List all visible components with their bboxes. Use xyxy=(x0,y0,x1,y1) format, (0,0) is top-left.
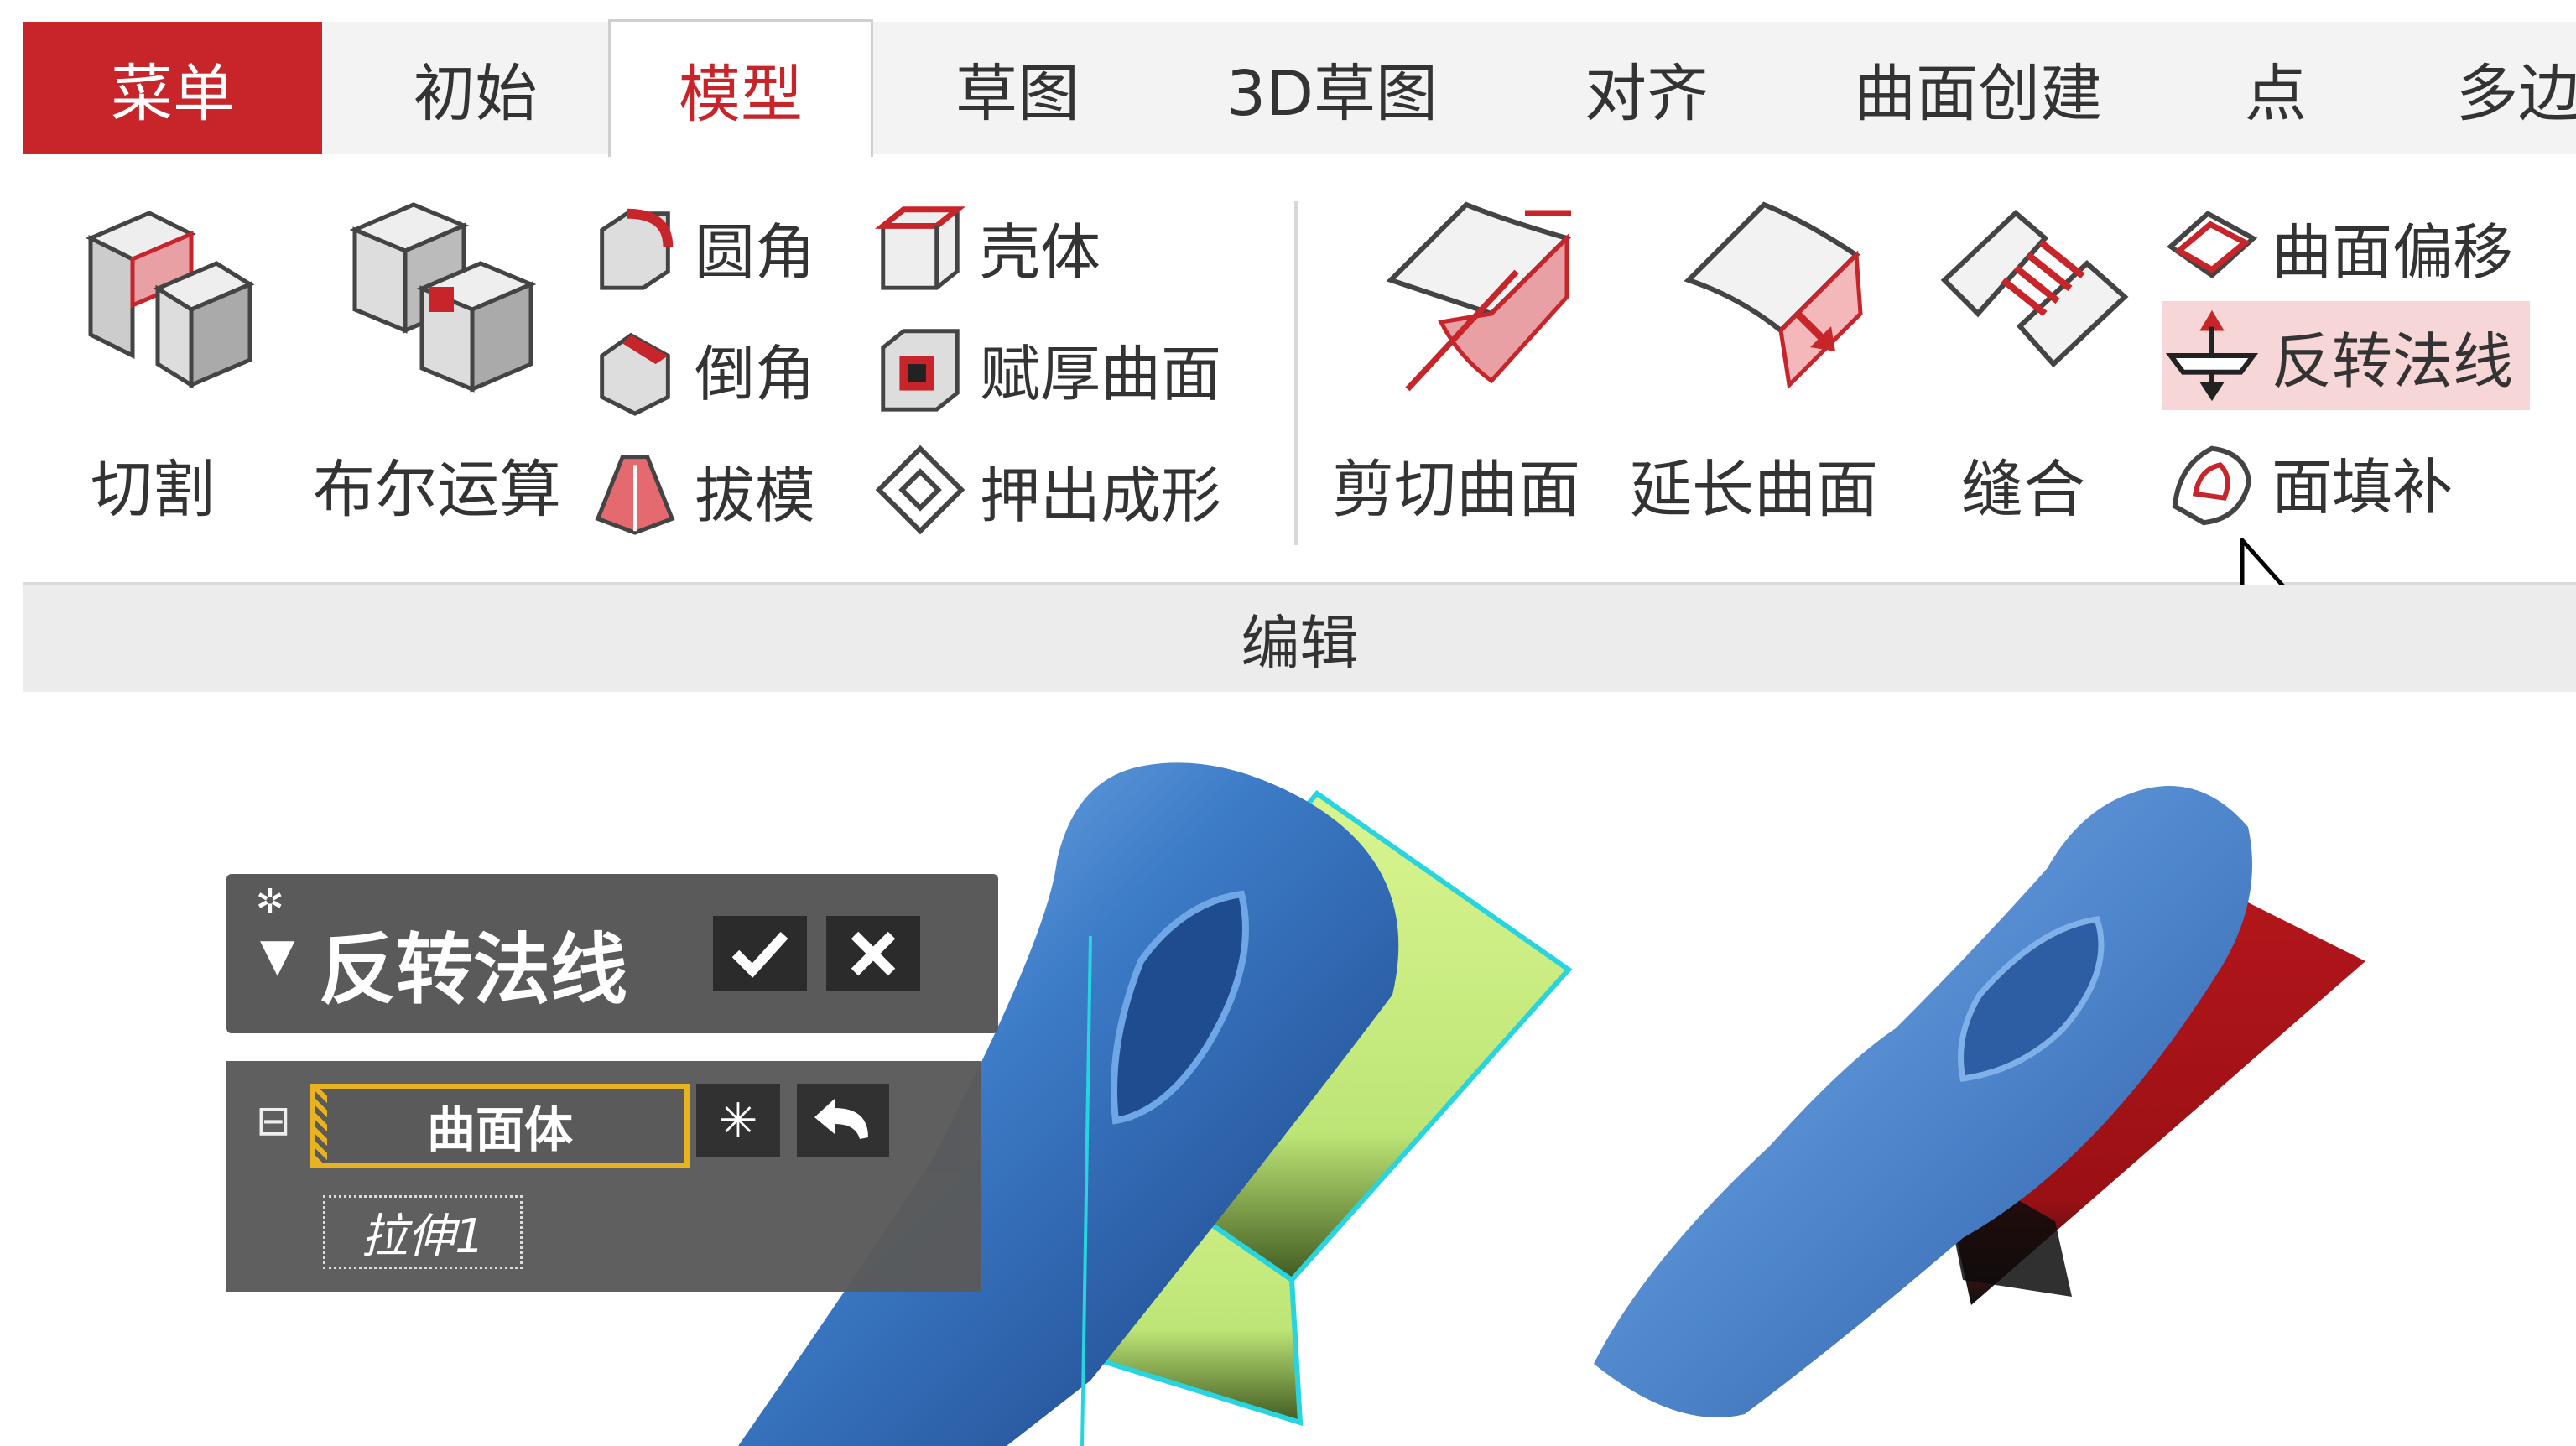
emboss-button[interactable]: 押出成形 xyxy=(871,435,1221,544)
feature-list-item[interactable]: 拉伸1 xyxy=(323,1195,523,1269)
reverse-normal-button[interactable]: 反转法线 xyxy=(2162,301,2531,410)
chamfer-label: 倒角 xyxy=(695,338,816,409)
offset-surface-button[interactable]: 曲面偏移 xyxy=(2162,192,2513,301)
fillet-button[interactable]: 圆角 xyxy=(585,192,815,301)
tab-initial[interactable]: 初始 xyxy=(322,22,628,154)
reverse-normal-dialog-header: ✲ ▼ 反转法线 xyxy=(226,874,998,1033)
fill-face-label: 面填补 xyxy=(2272,451,2454,523)
stitch-button[interactable]: 缝合 xyxy=(1928,188,2137,540)
tab-menu[interactable]: 菜单 xyxy=(23,22,322,154)
fillet-icon xyxy=(600,208,674,290)
thicken-icon xyxy=(881,329,960,412)
chamfer-icon xyxy=(600,332,670,416)
collapse-toggle-icon[interactable]: ⊟ xyxy=(256,1096,291,1145)
surface-body-field[interactable]: 曲面体 xyxy=(310,1084,690,1168)
tab-model-label: 模型 xyxy=(679,59,803,131)
group-label-text: 编辑 xyxy=(1241,608,1359,678)
trim-surface-label: 剪切曲面 xyxy=(1332,454,1580,526)
boolean-icon xyxy=(349,202,537,393)
boolean-button[interactable]: 布尔运算 xyxy=(279,188,581,540)
shell-icon xyxy=(874,206,966,290)
extend-surface-icon xyxy=(1684,201,1863,390)
tab-align[interactable]: 对齐 xyxy=(1517,22,1777,154)
thicken-label: 赋厚曲面 xyxy=(980,338,1222,409)
reverse-normal-icon xyxy=(2165,309,2259,402)
draft-icon xyxy=(595,455,675,535)
shell-button[interactable]: 壳体 xyxy=(871,192,1101,301)
thicken-button[interactable]: 赋厚曲面 xyxy=(871,314,1221,423)
tab-point-label: 点 xyxy=(2245,57,2307,130)
trim-surface-icon xyxy=(1386,201,1572,392)
cut-label: 切割 xyxy=(91,454,215,526)
select-mode-button[interactable]: ✳ xyxy=(696,1084,780,1157)
extend-surface-button[interactable]: 延长曲面 xyxy=(1630,188,1915,540)
chamfer-button[interactable]: 倒角 xyxy=(585,314,815,423)
check-icon xyxy=(731,931,788,978)
emboss-label: 押出成形 xyxy=(980,460,1222,531)
fill-face-icon xyxy=(2172,445,2252,526)
shell-label: 壳体 xyxy=(980,216,1101,288)
stitch-icon xyxy=(1940,209,2129,368)
ribbon-panel: 切割 布尔运算 圆角 倒角 拔模 壳体 赋厚曲面 押出成形 剪切曲面 延长曲面 … xyxy=(23,154,2576,643)
ribbon-group-label: 编辑 xyxy=(23,585,2576,692)
undo-button[interactable] xyxy=(797,1084,889,1157)
feature-list-item-text: 拉伸1 xyxy=(361,1209,485,1264)
stitch-label: 缝合 xyxy=(1961,454,2085,526)
field-active-stripe xyxy=(315,1089,327,1163)
asterisk-icon: ✳ xyxy=(718,1093,758,1148)
offset-surface-icon xyxy=(2167,211,2258,279)
trim-surface-button[interactable]: 剪切曲面 xyxy=(1332,188,1626,540)
tab-sketch-label: 草图 xyxy=(955,57,1080,130)
boolean-label: 布尔运算 xyxy=(313,454,561,526)
draft-button[interactable]: 拔模 xyxy=(585,435,815,544)
tab-polygon-label: 多边 xyxy=(2456,57,2576,130)
tab-align-label: 对齐 xyxy=(1585,57,1709,130)
offset-surface-label: 曲面偏移 xyxy=(2272,216,2514,288)
collapse-arrow-icon[interactable]: ▼ xyxy=(260,928,295,981)
ribbon-separator xyxy=(1294,201,1298,545)
cut-icon xyxy=(86,211,255,389)
extend-surface-label: 延长曲面 xyxy=(1630,454,1878,526)
fillet-label: 圆角 xyxy=(695,216,816,288)
confirm-button[interactable] xyxy=(713,916,807,991)
tab-sketch[interactable]: 草图 xyxy=(887,22,1147,154)
tab-initial-label: 初始 xyxy=(413,57,538,130)
surface-body-field-text: 曲面体 xyxy=(426,1101,573,1158)
undo-icon xyxy=(814,1099,868,1139)
tab-polygon[interactable]: 多边 xyxy=(2456,22,2576,154)
tab-menu-label: 菜单 xyxy=(111,57,235,130)
tab-point[interactable]: 点 xyxy=(2179,22,2372,154)
tab-surface-create[interactable]: 曲面创建 xyxy=(1802,22,2154,154)
draft-label: 拔模 xyxy=(695,460,816,531)
cancel-button[interactable] xyxy=(826,916,920,991)
tab-3d-sketch-label: 3D草图 xyxy=(1226,57,1439,130)
tab-surface-create-label: 曲面创建 xyxy=(1854,57,2102,130)
close-icon xyxy=(851,931,896,976)
emboss-icon xyxy=(875,445,965,535)
dialog-title: 反转法线 xyxy=(319,925,628,1015)
ribbon-tab-bar: 菜单 初始 模型 草图 3D草图 对齐 曲面创建 点 多边 xyxy=(23,19,2576,157)
tab-3d-sketch[interactable]: 3D草图 xyxy=(1173,22,1491,154)
fill-face-button[interactable]: 面填补 xyxy=(2162,427,2453,536)
pin-icon[interactable]: ✲ xyxy=(256,882,284,921)
cut-button[interactable]: 切割 xyxy=(57,188,258,540)
reverse-normal-label: 反转法线 xyxy=(2272,325,2514,397)
tab-model[interactable]: 模型 xyxy=(608,19,873,157)
